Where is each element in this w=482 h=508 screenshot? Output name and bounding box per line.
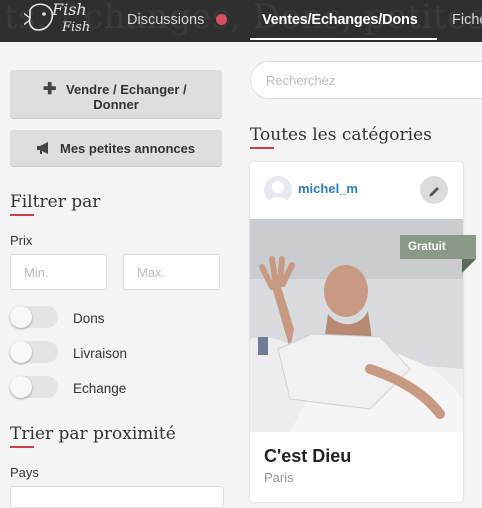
megaphone-icon (36, 142, 52, 157)
free-badge: Gratuit (400, 235, 476, 259)
listing-title[interactable]: C'est Dieu (264, 446, 351, 467)
sell-button-label-line2: Donner (93, 97, 139, 112)
pencil-icon (429, 187, 439, 197)
toggle-livraison[interactable] (10, 341, 58, 363)
toggle-dons[interactable] (10, 306, 58, 328)
toggle-dons-label: Dons (73, 311, 105, 326)
listing-city: Paris (264, 470, 294, 485)
edit-button[interactable] (420, 176, 448, 204)
toggle-echange[interactable] (10, 376, 58, 398)
sort-proximity-title: Trier par proximité (10, 424, 176, 444)
logo-text-top: Fish (52, 0, 87, 19)
toggle-livraison-label: Livraison (73, 346, 128, 361)
category-title: Toutes les catégories (250, 125, 432, 145)
filter-title: Filtrer par (10, 192, 101, 212)
top-navigation-bar: ts, Echanges, Dons, petites annonc Fish … (0, 0, 482, 42)
country-select[interactable] (10, 486, 224, 508)
nav-ventes-echanges-dons[interactable]: Ventes/Echanges/Dons (262, 12, 418, 28)
toggle-knob (10, 376, 32, 398)
country-label: Pays (10, 465, 39, 480)
price-label: Prix (10, 233, 33, 248)
category-title-underline (250, 147, 274, 149)
avatar[interactable] (264, 176, 292, 204)
filter-title-underline (10, 214, 34, 216)
toggle-knob (10, 341, 32, 363)
seller-username[interactable]: michel_m (298, 181, 358, 196)
sell-button-label-line1: Vendre / Echanger / (66, 82, 187, 97)
listing-card[interactable]: michel_m C'est Dieu Paris (250, 162, 463, 502)
nav-discussions[interactable]: Discussions (127, 12, 204, 28)
search-input[interactable]: Recherchez (250, 61, 482, 99)
price-max-input[interactable]: Max. (123, 254, 220, 290)
user-avatar-icon (267, 181, 289, 204)
toggle-echange-label: Echange (73, 381, 127, 396)
sort-title-underline (10, 446, 34, 448)
my-ads-label: Mes petites annonces (60, 141, 196, 156)
badge-ribbon-fold (462, 259, 476, 273)
nav-fiche[interactable]: Fiche (452, 12, 482, 28)
toggle-knob (10, 306, 32, 328)
my-ads-button[interactable]: Mes petites annonces (10, 130, 222, 166)
plus-icon: ✚ (43, 81, 57, 98)
active-nav-underline (250, 38, 437, 40)
notification-dot (216, 14, 227, 25)
price-min-input[interactable]: Min. (10, 254, 107, 290)
sell-exchange-give-button[interactable]: ✚ Vendre / Echanger / Donner (10, 70, 222, 118)
logo-text-bottom: Fish (62, 20, 91, 35)
